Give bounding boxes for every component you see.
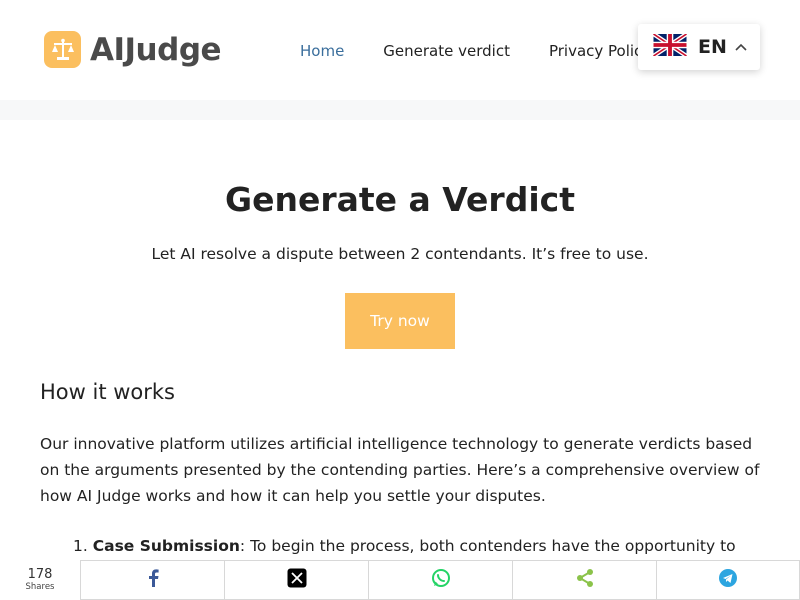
- whatsapp-icon: [431, 568, 451, 592]
- logo-text: AIJudge: [90, 31, 222, 68]
- language-code: EN: [698, 36, 727, 58]
- header-divider-band: [0, 100, 800, 120]
- share-count-label: Shares: [25, 582, 55, 592]
- chevron-up-icon: [735, 40, 747, 54]
- nav-privacy-policy[interactable]: Privacy Policy: [549, 42, 651, 60]
- scales-icon: [44, 31, 81, 68]
- share-bar: 178 Shares: [0, 560, 800, 600]
- how-it-works-paragraph: Our innovative platform utilizes artific…: [40, 435, 760, 505]
- main-nav: Home Generate verdict Privacy Policy: [300, 42, 690, 60]
- share-count-number: 178: [27, 567, 53, 582]
- site-header: AIJudge Home Generate verdict Privacy Po…: [0, 0, 800, 100]
- share-icon: [575, 568, 595, 592]
- nav-home[interactable]: Home: [300, 42, 344, 60]
- share-facebook-button[interactable]: [80, 560, 224, 600]
- x-icon: [287, 568, 307, 592]
- list-item: 1. Case Submission: To begin the process…: [73, 535, 763, 557]
- share-x-button[interactable]: [224, 560, 368, 600]
- language-selector[interactable]: EN: [638, 24, 760, 70]
- nav-generate-verdict[interactable]: Generate verdict: [383, 42, 510, 60]
- site-logo[interactable]: AIJudge: [44, 31, 222, 68]
- page-subtitle: Let AI resolve a dispute between 2 conte…: [151, 245, 649, 263]
- page-title: Generate a Verdict: [225, 180, 575, 219]
- step-number: 1.: [73, 537, 88, 555]
- share-telegram-button[interactable]: [656, 560, 800, 600]
- share-whatsapp-button[interactable]: [368, 560, 512, 600]
- try-now-button[interactable]: Try now: [345, 293, 455, 349]
- step-title: Case Submission: [92, 537, 240, 555]
- section-heading-how-it-works: How it works: [40, 380, 175, 404]
- step-text: : To begin the process, both contenders …: [239, 537, 736, 555]
- facebook-icon: [147, 569, 159, 591]
- share-count: 178 Shares: [0, 560, 80, 600]
- uk-flag-icon: [652, 32, 688, 60]
- telegram-icon: [718, 568, 738, 592]
- share-generic-button[interactable]: [512, 560, 656, 600]
